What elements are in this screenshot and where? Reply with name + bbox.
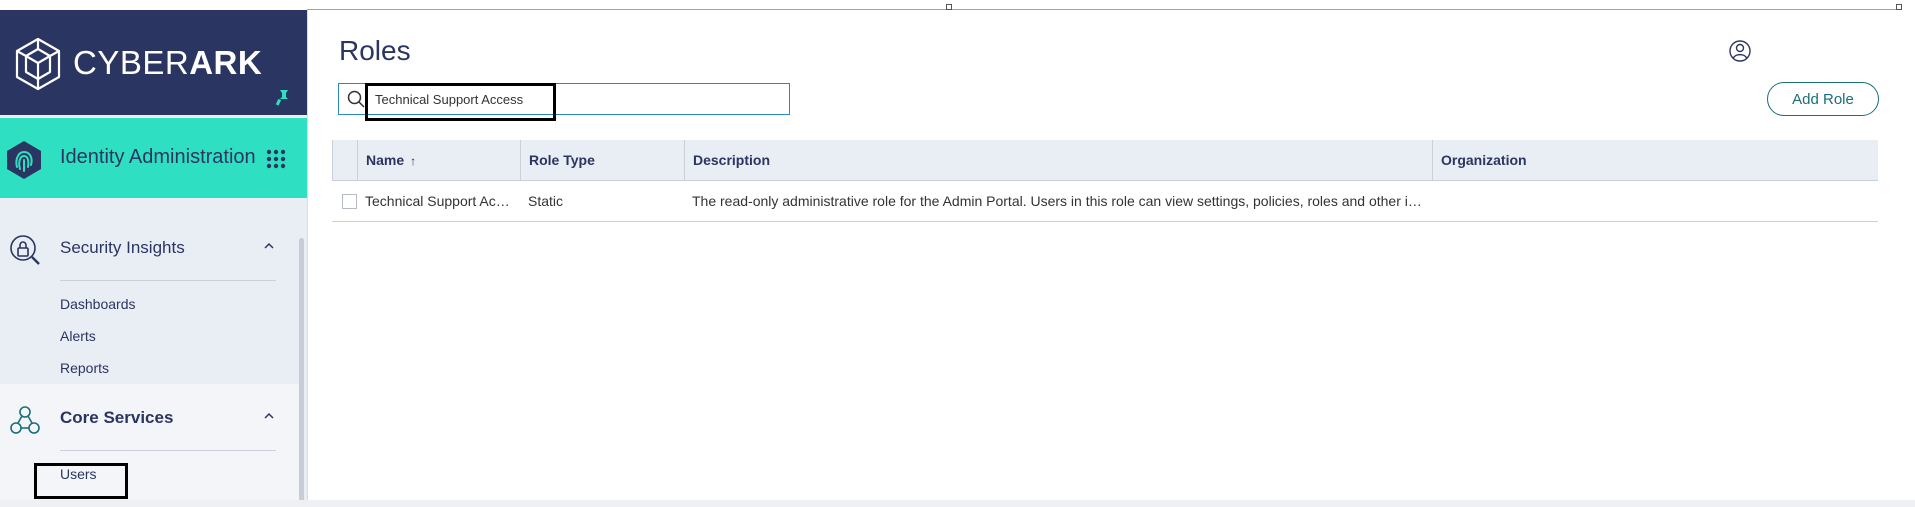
nav-divider xyxy=(60,450,276,451)
module-title: Identity Administration xyxy=(60,146,256,168)
sidebar-nav: Security Insights Dashboards Alerts Repo… xyxy=(0,228,300,500)
page-title: Roles xyxy=(339,35,411,66)
highlight-box-roles xyxy=(34,463,128,499)
cell-description: The read-only administrative role for th… xyxy=(692,193,1427,209)
table-header-row: Name ↑ Role Type Description Organization xyxy=(332,140,1878,181)
column-header-organization[interactable]: Organization xyxy=(1441,140,1601,181)
main-content: Roles Add Role Name ↑ Role Type Descripti… xyxy=(307,10,1915,500)
nav-label-core-services: Core Services xyxy=(60,408,174,427)
nav-header-security-insights[interactable]: Security Insights xyxy=(0,228,300,282)
security-insights-icon xyxy=(10,235,40,265)
column-header-name[interactable]: Name ↑ xyxy=(366,140,516,181)
cyberark-logo-icon xyxy=(15,37,61,91)
core-services-icon xyxy=(10,406,40,434)
column-header-name-label: Name xyxy=(366,152,405,168)
bottom-strip xyxy=(0,500,1915,507)
column-divider xyxy=(520,140,521,181)
column-divider xyxy=(684,140,685,181)
cell-organization xyxy=(1441,181,1601,222)
column-divider xyxy=(1432,140,1433,181)
identity-fingerprint-icon xyxy=(7,141,41,179)
nav-header-core-services[interactable]: Core Services xyxy=(0,398,300,452)
column-divider xyxy=(357,140,358,181)
brand-wordmark-suffix: ARK xyxy=(189,44,263,81)
add-role-button[interactable]: Add Role xyxy=(1767,82,1879,116)
cell-name[interactable]: Technical Support Access xyxy=(365,181,515,222)
column-header-role-type[interactable]: Role Type xyxy=(529,140,679,181)
chevron-up-icon[interactable] xyxy=(263,240,275,252)
pin-icon[interactable] xyxy=(275,90,289,106)
nav-divider xyxy=(60,280,276,281)
table-row[interactable]: Technical Support Access Static The read… xyxy=(332,181,1878,222)
sidebar-scrollbar[interactable] xyxy=(299,238,304,500)
brand-wordmark-prefix: CYBER xyxy=(73,44,190,81)
module-switcher[interactable]: Identity Administration xyxy=(0,118,307,198)
sort-ascending-icon[interactable]: ↑ xyxy=(410,154,416,168)
sidebar-item-reports[interactable]: Reports xyxy=(0,352,300,384)
roles-table: Name ↑ Role Type Description Organization… xyxy=(332,140,1878,222)
column-divider xyxy=(332,140,333,181)
search-icon xyxy=(347,90,365,108)
nav-label-security-insights: Security Insights xyxy=(60,238,185,257)
sidebar: CYBERARK Identity Administration Securit… xyxy=(0,10,307,500)
sidebar-item-dashboards[interactable]: Dashboards xyxy=(0,288,300,320)
user-profile-icon[interactable] xyxy=(1729,40,1751,62)
app-grid-icon[interactable] xyxy=(266,149,286,169)
highlight-box-search xyxy=(365,83,556,121)
brand-header: CYBERARK xyxy=(0,10,307,115)
brand-wordmark: CYBERARK xyxy=(73,44,262,82)
chevron-up-icon[interactable] xyxy=(263,410,275,422)
sidebar-item-alerts[interactable]: Alerts xyxy=(0,320,300,352)
nav-section-security-insights: Security Insights Dashboards Alerts Repo… xyxy=(0,228,300,384)
cell-role-type: Static xyxy=(528,193,564,209)
column-header-description[interactable]: Description xyxy=(693,140,1393,181)
row-checkbox[interactable] xyxy=(342,194,357,209)
